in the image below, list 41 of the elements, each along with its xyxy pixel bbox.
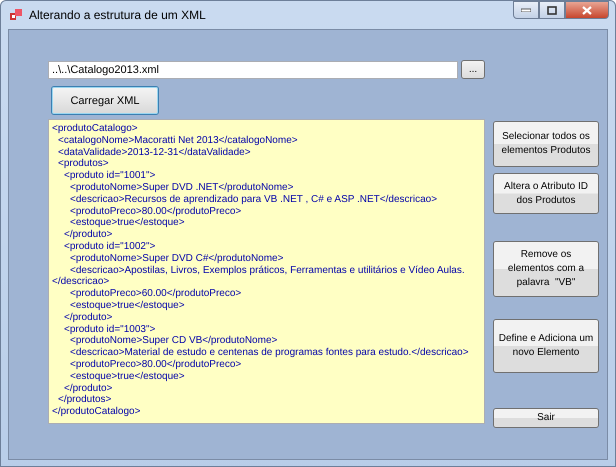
app-icon bbox=[9, 8, 23, 22]
xml-line: <produtoCatalogo> bbox=[52, 123, 139, 135]
xml-line: </produto> bbox=[63, 229, 114, 241]
xml-line: <estoque>true</estoque> bbox=[69, 300, 186, 312]
xml-line: </produtos> bbox=[57, 394, 112, 406]
maximize-icon bbox=[547, 6, 557, 14]
xml-line: </produto> bbox=[63, 382, 114, 394]
xml-line: <descricao>Material de estudo e centenas de programas fontes para estudo.</descricao> bbox=[69, 347, 470, 359]
xml-line: </produtoCatalogo> bbox=[52, 406, 142, 418]
minimize-button[interactable] bbox=[513, 1, 539, 19]
xml-line: <produto id="1003"> bbox=[63, 324, 156, 336]
xml-line: <descricao>Apostilas, Livros, Exemplos práticos, Ferramentas e utilitários e Vídeo Aulas.</descricao> bbox=[52, 264, 466, 288]
xml-line: <produtoNome>Super CD VB</produtoNome> bbox=[69, 335, 278, 348]
xml-line: <produtos> bbox=[57, 158, 110, 170]
load-button[interactable]: Carregar XML bbox=[51, 86, 159, 115]
action-button[interactable]: Altera o Atributo ID dos Produtos bbox=[493, 173, 599, 214]
xml-line: <produto id="1001"> bbox=[63, 170, 156, 182]
window-title: Alterando a estrutura de um XML bbox=[29, 8, 207, 22]
xml-line: <produtoPreco>80.00</produtoPreco> bbox=[69, 358, 242, 371]
xml-line: <dataValidade>2013-12-31</dataValidade> bbox=[57, 146, 252, 158]
action-button[interactable]: Selecionar todos os elementos Produtos bbox=[493, 121, 599, 167]
minimize-icon bbox=[521, 8, 531, 12]
action-button[interactable]: Define e Adiciona um novo Elemento bbox=[493, 319, 599, 373]
xml-line: <produtoPreco>60.00</produtoPreco> bbox=[69, 288, 242, 300]
xml-line: <descricao>Recursos de aprendizado para VB .NET , C# e ASP .NET</descricao> bbox=[69, 194, 438, 206]
xml-line: <catalogoNome>Macoratti Net 2013</catalogoNome> bbox=[57, 134, 299, 147]
xml-line: </produto> bbox=[63, 312, 114, 324]
xml-line: <produtoNome>Super DVD .NET</produtoNome> bbox=[69, 182, 294, 194]
xml-text-area[interactable] bbox=[48, 119, 485, 424]
xml-line: <produto id="1002"> bbox=[63, 240, 156, 253]
close-icon bbox=[582, 6, 592, 14]
action-button[interactable]: Remove os elementos com a palavra "VB" bbox=[493, 241, 599, 297]
xml-line: <produtoPreco>80.00</produtoPreco> bbox=[69, 206, 242, 218]
action-button[interactable]: Sair bbox=[493, 408, 599, 428]
browse-button[interactable]: ... bbox=[461, 60, 485, 79]
xml-line: <estoque>true</estoque> bbox=[69, 217, 186, 230]
xml-line: <produtoNome>Super DVD C#</produtoNome> bbox=[69, 252, 284, 265]
xml-line: <estoque>true</estoque> bbox=[69, 370, 186, 383]
close-button[interactable] bbox=[565, 1, 609, 19]
file-path-field[interactable]: ..\..\Catalogo2013.xml bbox=[48, 60, 458, 78]
maximize-button[interactable] bbox=[539, 1, 565, 19]
